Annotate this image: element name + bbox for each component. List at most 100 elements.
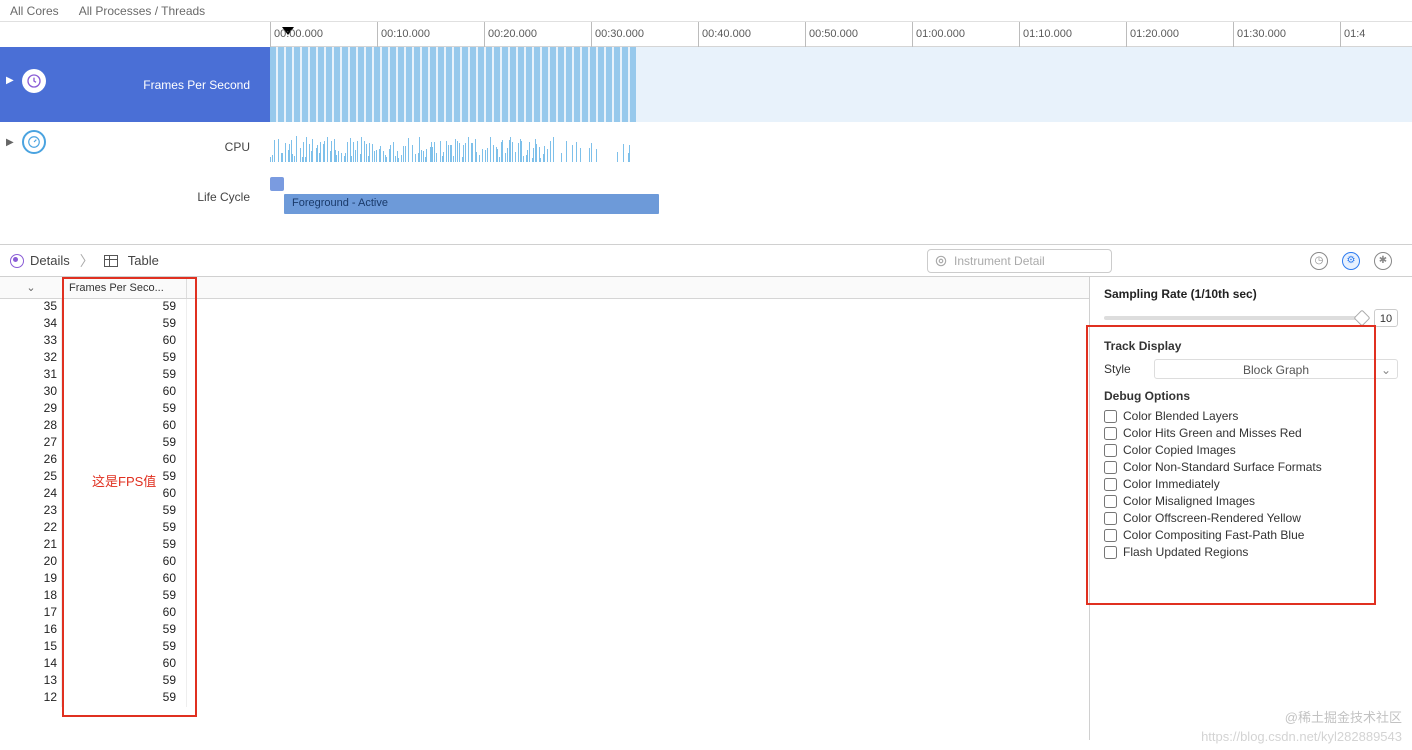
table-row[interactable]: 3360 [0,333,1089,350]
disclosure-header[interactable]: ⌄ [0,281,62,294]
settings-tab-icon[interactable]: ⚙ [1342,252,1360,270]
sampling-slider[interactable] [1104,316,1368,320]
life-cycle-track[interactable]: Life Cycle Foreground - Active [0,172,1412,222]
debug-option[interactable]: Color Compositing Fast-Path Blue [1104,528,1398,542]
fps-value: 60 [62,571,187,588]
row-index: 26 [0,452,62,469]
checkbox[interactable] [1104,546,1117,559]
ruler-tick: 01:4 [1340,22,1365,47]
info-tab-icon[interactable]: ✱ [1374,252,1392,270]
checkbox[interactable] [1104,461,1117,474]
row-index: 34 [0,316,62,333]
table-row[interactable]: 1760 [0,605,1089,622]
table-row[interactable]: 1659 [0,622,1089,639]
fps-value: 60 [62,554,187,571]
ruler-tick: 00:40.000 [698,22,751,47]
fps-track-label: ▶ Frames Per Second [0,47,270,122]
checkbox[interactable] [1104,478,1117,491]
style-row: Style Block Graph [1104,359,1398,379]
inspector-panel: Sampling Rate (1/10th sec) 10 Track Disp… [1090,277,1412,740]
table-row[interactable]: 2660 [0,452,1089,469]
gauge-icon [22,130,46,154]
table-row[interactable]: 3060 [0,384,1089,401]
table-row[interactable]: 2359 [0,503,1089,520]
cpu-track[interactable]: ▶ CPU [0,122,1412,172]
timeline-pane: 00:00.00000:10.00000:20.00000:30.00000:4… [0,22,1412,245]
option-label: Color Hits Green and Misses Red [1123,426,1302,440]
style-select[interactable]: Block Graph [1154,359,1398,379]
target-icon [934,254,948,268]
track-title: Life Cycle [197,190,250,204]
table-row[interactable]: 1259 [0,690,1089,707]
checkbox[interactable] [1104,410,1117,423]
debug-options-title: Debug Options [1104,389,1398,403]
row-index: 24 [0,486,62,503]
table-row[interactable]: 2460 [0,486,1089,503]
table-row[interactable]: 2259 [0,520,1089,537]
crumb-table[interactable]: Table [128,253,159,268]
checkbox[interactable] [1104,529,1117,542]
table-row[interactable]: 3259 [0,350,1089,367]
debug-option[interactable]: Color Non-Standard Surface Formats [1104,460,1398,474]
checkbox[interactable] [1104,444,1117,457]
row-index: 33 [0,333,62,350]
table-row[interactable]: 2860 [0,418,1089,435]
fps-value: 60 [62,333,187,350]
option-label: Color Offscreen-Rendered Yellow [1123,511,1301,525]
fps-column-header[interactable]: Frames Per Seco... [62,277,187,298]
crumb-details[interactable]: Details [30,253,70,268]
fps-annotation: 这是FPS值 [92,471,156,490]
processes-filter[interactable]: All Processes / Threads [79,4,206,18]
sampling-rate-control: 10 [1104,309,1398,327]
table-row[interactable]: 2060 [0,554,1089,571]
fps-value: 59 [62,316,187,333]
fps-value: 59 [62,350,187,367]
sampling-value[interactable]: 10 [1374,309,1398,327]
table-row[interactable]: 2159 [0,537,1089,554]
debug-option[interactable]: Color Blended Layers [1104,409,1398,423]
time-ruler[interactable]: 00:00.00000:10.00000:20.00000:30.00000:4… [270,22,1412,47]
life-track-label: Life Cycle [0,172,270,222]
row-index: 18 [0,588,62,605]
checkbox[interactable] [1104,495,1117,508]
slider-thumb-icon[interactable] [1354,310,1371,327]
data-table: ⌄ Frames Per Seco... 3559345933603259315… [0,277,1090,740]
fps-track[interactable]: ▶ Frames Per Second [0,47,1412,122]
table-row[interactable]: 1359 [0,673,1089,690]
table-row[interactable]: 2559 [0,469,1089,486]
table-row[interactable]: 3159 [0,367,1089,384]
checkbox[interactable] [1104,512,1117,525]
table-row[interactable]: 3559 [0,299,1089,316]
table-row[interactable]: 2959 [0,401,1089,418]
search-input[interactable]: Instrument Detail [927,249,1112,273]
table-row[interactable]: 3459 [0,316,1089,333]
debug-option[interactable]: Color Hits Green and Misses Red [1104,426,1398,440]
disclosure-icon[interactable]: ▶ [6,137,14,148]
ruler-tick: 01:30.000 [1233,22,1286,47]
watermark: @稀土掘金技术社区 [1285,707,1402,726]
life-body: Foreground - Active [270,172,1412,222]
debug-option[interactable]: Color Offscreen-Rendered Yellow [1104,511,1398,525]
disclosure-icon[interactable]: ▶ [6,75,14,86]
debug-option[interactable]: Flash Updated Regions [1104,545,1398,559]
fps-value: 59 [62,435,187,452]
option-label: Color Non-Standard Surface Formats [1123,460,1322,474]
checkbox[interactable] [1104,427,1117,440]
row-index: 29 [0,401,62,418]
fps-value: 59 [62,690,187,707]
table-row[interactable]: 1960 [0,571,1089,588]
life-segment-active: Foreground - Active [284,194,659,214]
table-row[interactable]: 1859 [0,588,1089,605]
debug-option[interactable]: Color Immediately [1104,477,1398,491]
inspector-tabs: ◷ ⚙ ✱ [1310,252,1392,270]
table-row[interactable]: 2759 [0,435,1089,452]
fps-value: 59 [62,537,187,554]
debug-option[interactable]: Color Misaligned Images [1104,494,1398,508]
fps-value: 59 [62,622,187,639]
history-tab-icon[interactable]: ◷ [1310,252,1328,270]
fps-value: 59 [62,639,187,656]
debug-option[interactable]: Color Copied Images [1104,443,1398,457]
table-row[interactable]: 1559 [0,639,1089,656]
cores-filter[interactable]: All Cores [10,4,59,18]
table-row[interactable]: 1460 [0,656,1089,673]
